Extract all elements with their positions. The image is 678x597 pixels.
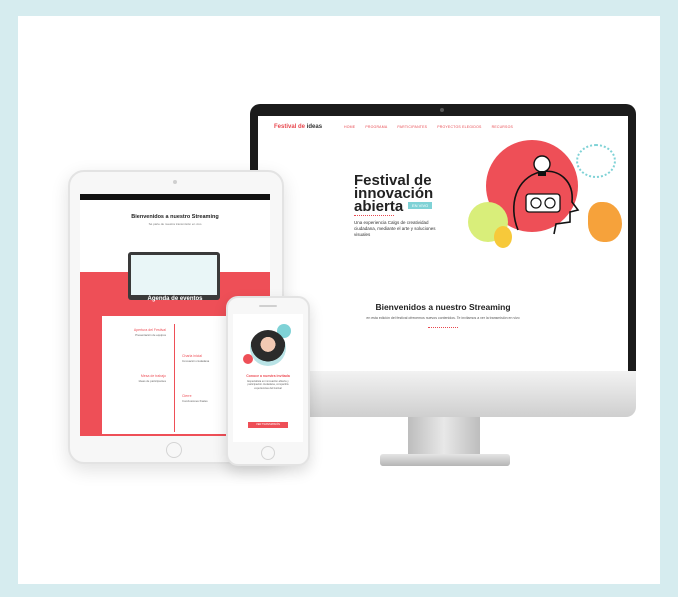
nav-link-recursos[interactable]: RECURSOS xyxy=(492,125,513,129)
welcome-underline xyxy=(428,324,458,328)
tablet-monitor-image xyxy=(128,252,220,300)
phone-speaker xyxy=(259,305,277,307)
tablet-camera-icon xyxy=(173,180,177,184)
timeline-item-label[interactable]: Apertura del Festival xyxy=(108,328,166,332)
timeline-item-label[interactable]: Mesa de trabajo xyxy=(108,374,166,378)
hero-tag: EN VIVO xyxy=(408,202,433,209)
tablet-home-button[interactable] xyxy=(166,442,182,458)
timeline-item-text: Ideas de participantes xyxy=(138,379,166,383)
site-navbar: Festival de ideas HOME PROGRAMA PARTICIP… xyxy=(258,116,628,138)
speaker-avatar xyxy=(250,330,286,366)
tablet-subtitle: Sé parte de nuestra transmisión en vivo xyxy=(148,222,202,226)
timeline-item-text: Presentación de equipos xyxy=(135,333,166,337)
monitor-stand xyxy=(408,417,480,457)
camera-icon xyxy=(440,108,444,112)
desktop-website: Festival de ideas HOME PROGRAMA PARTICIP… xyxy=(258,116,628,371)
tablet-status-bar xyxy=(80,194,270,200)
phone-website: Conoce a nuestra invitada Especialista e… xyxy=(233,314,303,442)
monitor-base xyxy=(380,454,510,466)
welcome-title: Bienvenidos a nuestro Streaming xyxy=(375,302,511,312)
phone-device: Conoce a nuestra invitada Especialista e… xyxy=(226,296,310,466)
watch-stream-button[interactable]: VER TRANSMISIÓN xyxy=(248,422,288,428)
nav-link-proyectos[interactable]: PROYECTOS ELEGIDOS xyxy=(437,125,481,129)
hero-underline xyxy=(354,212,394,216)
phone-home-button[interactable] xyxy=(261,446,275,460)
decor-orange-blob xyxy=(588,202,622,242)
nav-link-participantes[interactable]: PARTICIPANTES xyxy=(397,125,427,129)
head-lightbulb-icon xyxy=(513,155,580,235)
phone-heading: Conoce a nuestra invitada xyxy=(246,374,290,378)
hero-description: Una experiencia Calgs de creatividad ciu… xyxy=(354,220,436,237)
site-logo[interactable]: Festival de ideas xyxy=(274,124,322,130)
nav-link-programa[interactable]: PROGRAMA xyxy=(365,125,387,129)
phone-bio: Especialista en innovación abierta y par… xyxy=(247,380,289,390)
logo-highlight: ideas xyxy=(306,124,323,130)
tablet-monitor-screen xyxy=(131,255,217,295)
welcome-subtitle: en esta edición del festival ofrecemos n… xyxy=(366,316,520,320)
tablet-title: Bienvenidos a nuestro Streaming xyxy=(131,214,219,220)
logo-text: Festival de xyxy=(274,124,306,130)
timeline-line xyxy=(174,324,175,432)
nav-link-home[interactable]: HOME xyxy=(344,125,355,129)
